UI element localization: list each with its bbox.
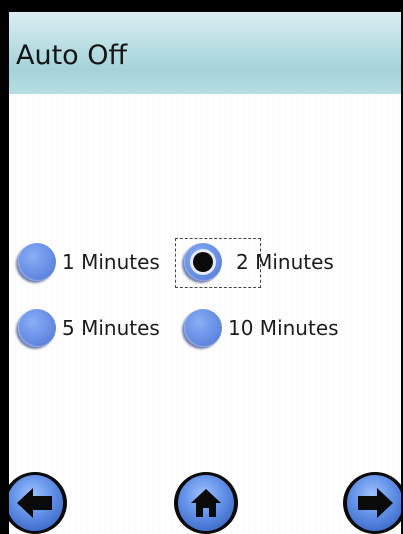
device-screen: Auto Off 1 Minutes 2 Minutes 5 Minutes 1… (9, 12, 401, 534)
radio-button-checked-icon (184, 243, 222, 281)
radio-button-icon (18, 309, 56, 347)
radio-label: 10 Minutes (228, 316, 339, 340)
radio-option-2-minutes[interactable]: 2 Minutes (184, 243, 334, 281)
radio-button-icon (184, 309, 222, 347)
arrow-right-icon (358, 488, 393, 518)
radio-label: 1 Minutes (62, 250, 160, 274)
radio-option-10-minutes[interactable]: 10 Minutes (184, 309, 339, 347)
radio-option-5-minutes[interactable]: 5 Minutes (18, 309, 160, 347)
arrow-left-icon (17, 488, 52, 518)
radio-label: 5 Minutes (62, 316, 160, 340)
title-bar: Auto Off (9, 12, 401, 94)
home-button[interactable] (174, 472, 238, 534)
back-button[interactable] (9, 472, 67, 534)
radio-button-icon (18, 243, 56, 281)
home-icon (191, 489, 221, 517)
page-title: Auto Off (16, 40, 128, 71)
forward-button[interactable] (343, 472, 401, 534)
radio-option-1-minutes[interactable]: 1 Minutes (18, 243, 160, 281)
radio-label: 2 Minutes (236, 250, 334, 274)
